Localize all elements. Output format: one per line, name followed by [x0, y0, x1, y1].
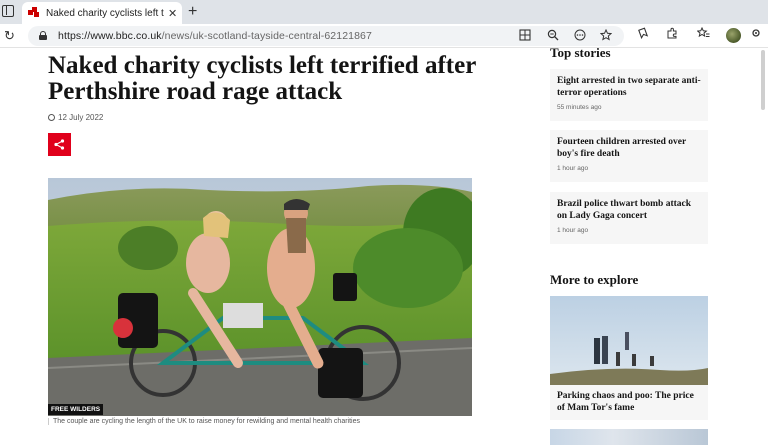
url-path: /news/uk-scotland-tayside-central-621218…: [161, 30, 372, 42]
browser-tab[interactable]: Naked charity cyclists left terrified ✕: [22, 2, 182, 24]
share-icon: [54, 139, 65, 150]
article-photo: [48, 178, 472, 416]
browser-menu-icon[interactable]: [750, 27, 762, 39]
story-title[interactable]: Fourteen children arrested over boy's fi…: [557, 136, 701, 160]
url-text: https://www.bbc.co.uk/news/uk-scotland-t…: [58, 30, 372, 42]
share-button[interactable]: [48, 133, 71, 156]
favorite-star-icon[interactable]: [600, 29, 612, 41]
address-bar: ↻ https://www.bbc.co.uk/news/uk-scotland…: [0, 24, 768, 48]
more-icon[interactable]: [574, 29, 586, 41]
story-title[interactable]: Eight arrested in two separate anti-terr…: [557, 75, 701, 99]
page-scrollbar[interactable]: [758, 48, 768, 445]
story-time: 1 hour ago: [557, 165, 589, 172]
top-story-card[interactable]: Fourteen children arrested over boy's fi…: [550, 130, 708, 182]
explore-card[interactable]: Parking chaos and poo: The price of Mam …: [550, 385, 708, 420]
profile-avatar[interactable]: [726, 28, 741, 43]
zoom-icon[interactable]: [547, 29, 559, 41]
explore-title[interactable]: Parking chaos and poo: The price of Mam …: [557, 390, 701, 414]
tab-title: Naked charity cyclists left terrified: [46, 7, 164, 19]
explore-image-next[interactable]: [550, 429, 708, 445]
story-time: 55 minutes ago: [557, 104, 602, 111]
tab-actions-icon[interactable]: [2, 5, 14, 17]
extensions-icon[interactable]: [666, 27, 678, 39]
favorites-icon[interactable]: [697, 27, 710, 39]
lock-icon[interactable]: [39, 31, 47, 40]
article-date: 12 July 2022: [48, 113, 103, 122]
close-tab-icon[interactable]: ✕: [168, 7, 177, 20]
more-to-explore-heading: More to explore: [550, 272, 639, 287]
collections-icon[interactable]: [637, 27, 649, 39]
tab-bar: Naked charity cyclists left terrified ✕ …: [0, 0, 768, 24]
top-story-card[interactable]: Eight arrested in two separate anti-terr…: [550, 69, 708, 121]
mam-tor-photo: [550, 296, 708, 385]
new-tab-button[interactable]: +: [188, 2, 197, 22]
url-field[interactable]: https://www.bbc.co.uk/news/uk-scotland-t…: [28, 26, 624, 46]
reader-view-icon[interactable]: [519, 29, 531, 41]
reload-icon[interactable]: ↻: [4, 28, 15, 44]
explore-image[interactable]: [550, 296, 708, 385]
photo-credit: FREE WILDERS: [48, 404, 104, 415]
cyclists-photo: [48, 178, 472, 416]
scroll-thumb[interactable]: [761, 50, 765, 110]
story-title[interactable]: Brazil police thwart bomb attack on Lady…: [557, 198, 701, 222]
url-host: https://www.bbc.co.uk: [58, 30, 162, 42]
top-story-card[interactable]: Brazil police thwart bomb attack on Lady…: [550, 192, 708, 244]
date-text: 12 July 2022: [58, 113, 104, 122]
photo-caption: The couple are cycling the length of the…: [48, 418, 472, 425]
top-stories-heading: Top stories: [550, 45, 611, 60]
article-headline: Naked charity cyclists left terrified af…: [48, 52, 476, 105]
bbc-favicon-icon: [28, 7, 40, 19]
story-time: 1 hour ago: [557, 227, 589, 234]
clock-icon: [48, 114, 55, 121]
